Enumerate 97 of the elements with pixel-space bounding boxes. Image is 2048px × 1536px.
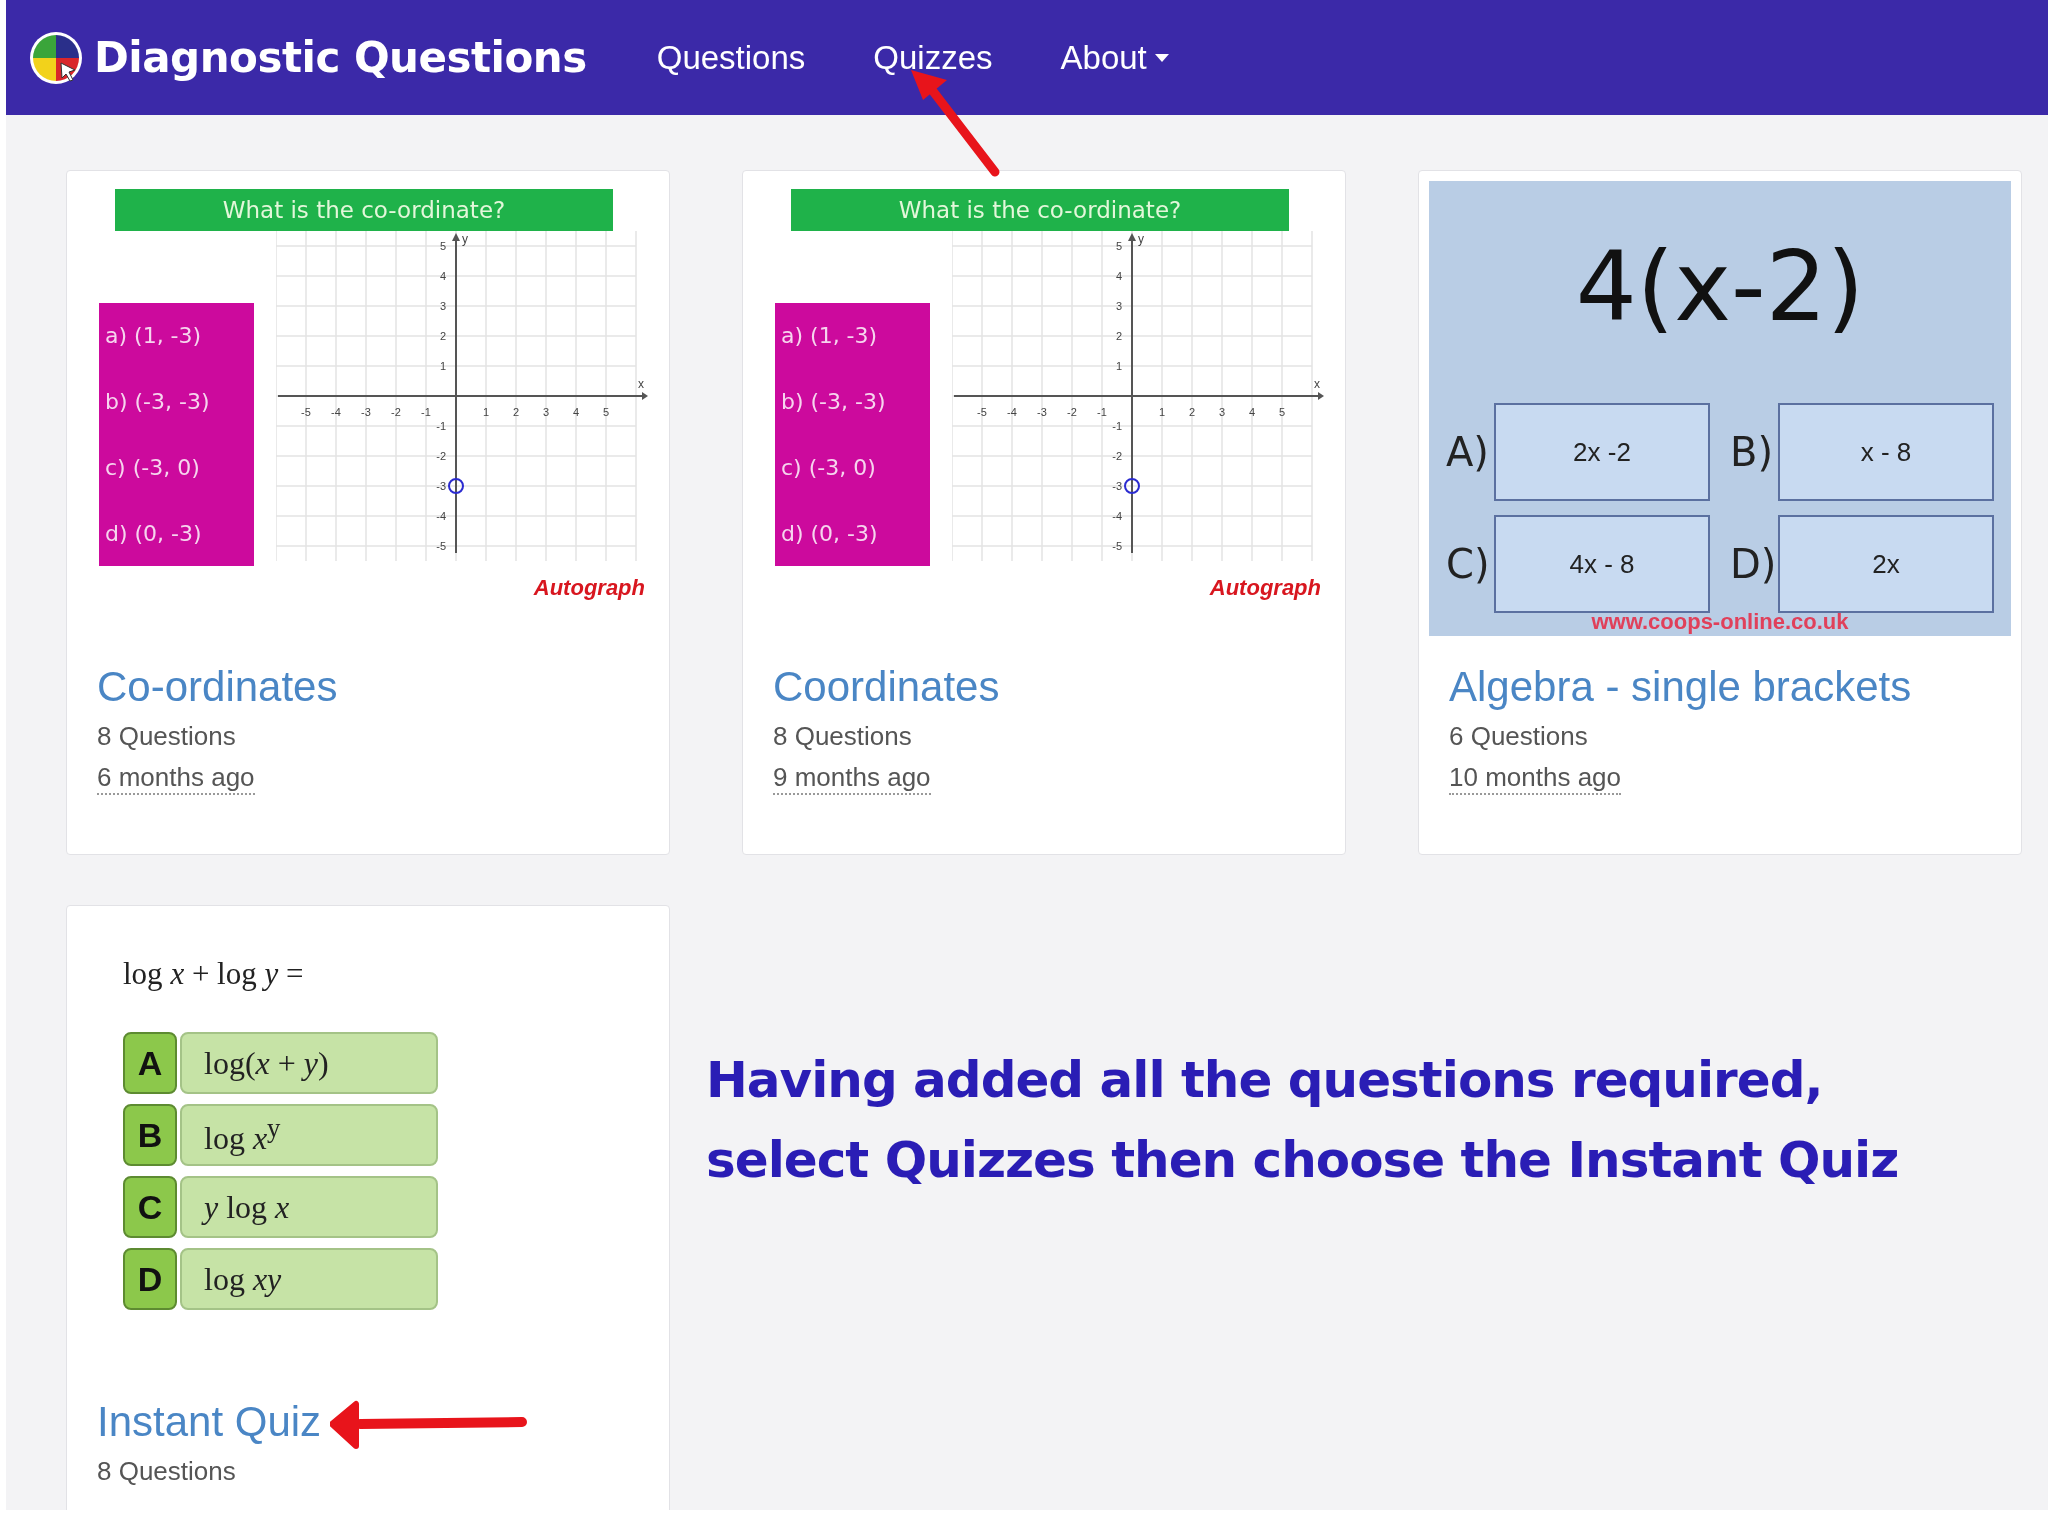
quiz-title[interactable]: Coordinates [773,663,1000,711]
answer-option: 2x [1778,515,1994,613]
tick-label: -2 [391,406,401,418]
quiz-title[interactable]: Co-ordinates [97,663,338,711]
tick-label: -5 [436,540,446,552]
question-count: 8 Questions [97,1456,236,1487]
tick-label: -4 [1007,406,1017,418]
answer-option: a) (1, -3) [781,323,930,349]
question-text: log x + log y = [123,956,305,992]
tick-label: 3 [542,406,550,418]
option-letter: C [123,1176,177,1238]
nav-link[interactable]: Quizzes [873,38,993,77]
answer-option: d) (0, -3) [105,520,254,546]
tick-label: 2 [439,330,446,342]
tick-label: 4 [1248,406,1256,418]
point-marker [1124,478,1140,494]
tick-label: -5 [301,406,311,418]
tick-label: -2 [1067,406,1077,418]
answer-option: y log x [180,1176,438,1238]
tick-label: 3 [439,300,446,312]
tick-label: -5 [1112,540,1122,552]
tick-label: -1 [421,406,431,418]
axis-label: y [1138,232,1144,246]
quiz-title[interactable]: Algebra - single brackets [1449,663,1912,711]
quiz-age: 10 months ago [1449,762,1621,795]
tick-label: 4 [439,270,446,282]
credit-logo: Autograph [1209,575,1321,601]
tick-label: 5 [439,240,446,252]
nav-link[interactable]: About [1060,38,1169,77]
heading-bar: What is the co-ordinate? [791,189,1289,231]
tick-label: -3 [361,406,371,418]
logo-icon [28,29,84,86]
brand-name: Diagnostic Questions [94,33,587,82]
option-letter: D [123,1248,177,1310]
expression: 4(x-2) [1575,231,1865,343]
option-letter: B) [1730,429,1774,475]
answer-option: log xy [180,1248,438,1310]
instruction-text: Having added all the questions required, select Quizzes then choose the Instant Quiz [706,1050,1899,1191]
nav-link[interactable]: Questions [656,38,806,77]
answer-option: a) (1, -3) [105,323,254,349]
tick-label: 4 [572,406,580,418]
quiz-card[interactable]: 4(x-2) A) 2x -2 B) x - 8 C) 4x - 8 D) 2x www.coops-online.co.uk Algebra - single brackets 6 Questions 10 months ago [1418,170,2022,855]
axis-label: x [638,377,644,391]
tick-label: 1 [439,360,446,372]
tick-label: -5 [977,406,987,418]
option-letter: A [123,1032,177,1094]
heading-bar: What is the co-ordinate? [115,189,613,231]
question-count: 8 Questions [773,721,912,752]
answer-option: c) (-3, 0) [781,454,930,480]
tick-label: 1 [1158,406,1166,418]
answer-option: log x$^{y}$ [180,1104,438,1166]
answer-option: 4x - 8 [1494,515,1710,613]
tick-label: -4 [436,510,446,522]
tick-label: -3 [1112,480,1122,492]
tick-label: 1 [482,406,490,418]
question-count: 6 Questions [1449,721,1588,752]
quiz-age: 9 months ago [773,762,931,795]
tick-label: 3 [1115,300,1122,312]
tick-label: -3 [1037,406,1047,418]
tick-label: 4 [1115,270,1122,282]
quiz-age: 6 months ago [97,762,255,795]
axis-label: x [1314,377,1320,391]
credit-logo: Autograph [533,575,645,601]
quiz-card[interactable]: What is the co-ordinate? a) (1, -3) b) (-3, -3) c) (-3, 0) d) (0, -3) -5 -4 -3 -2 -1 1 2 3 4 5 5 4 3 2 1 -1 -2 -3 -4 -5 x y Autograph Co-ordinates 8 Questions 6 months ago [66,170,670,855]
answer-option: c) (-3, 0) [105,454,254,480]
answer-option: d) (0, -3) [781,520,930,546]
answer-option: x - 8 [1778,403,1994,501]
question-count: 8 Questions [97,721,236,752]
answer-option: log(x + y) [180,1032,438,1094]
tick-label: 5 [1115,240,1122,252]
answer-option: b) (-3, -3) [781,389,930,415]
tick-label: -4 [1112,510,1122,522]
option-letter: A) [1446,429,1490,475]
tick-label: -1 [1097,406,1107,418]
quiz-card[interactable]: What is the co-ordinate? a) (1, -3) b) (-3, -3) c) (-3, 0) d) (0, -3) -5 -4 -3 -2 -1 1 2 3 4 5 5 4 3 2 1 -1 -2 -3 -4 -5 x y Autograph Coordinates 8 Questions 9 months ago [742,170,1346,855]
tick-label: -2 [1112,450,1122,462]
tick-label: -1 [436,420,446,432]
tick-label: 2 [1115,330,1122,342]
tick-label: 5 [1278,406,1286,418]
axis-label: y [462,232,468,246]
quiz-card[interactable]: log x + log y = A log(x + y) B log x$^{y}$ C y log x D log xy Instant Quiz 8 Questions [66,905,670,1510]
tick-label: -1 [1112,420,1122,432]
option-letter: D) [1730,541,1774,587]
tick-label: 3 [1218,406,1226,418]
quiz-title[interactable]: Instant Quiz [97,1398,322,1446]
point-marker [448,478,464,494]
tick-label: 2 [512,406,520,418]
tick-label: -4 [331,406,341,418]
tick-label: 2 [1188,406,1196,418]
answer-option: b) (-3, -3) [105,389,254,415]
tick-label: -3 [436,480,446,492]
tick-label: -2 [436,450,446,462]
option-letter: C) [1446,541,1490,587]
tick-label: 1 [1115,360,1122,372]
tick-label: 5 [602,406,610,418]
answer-option: 2x -2 [1494,403,1710,501]
option-letter: B [123,1104,177,1166]
